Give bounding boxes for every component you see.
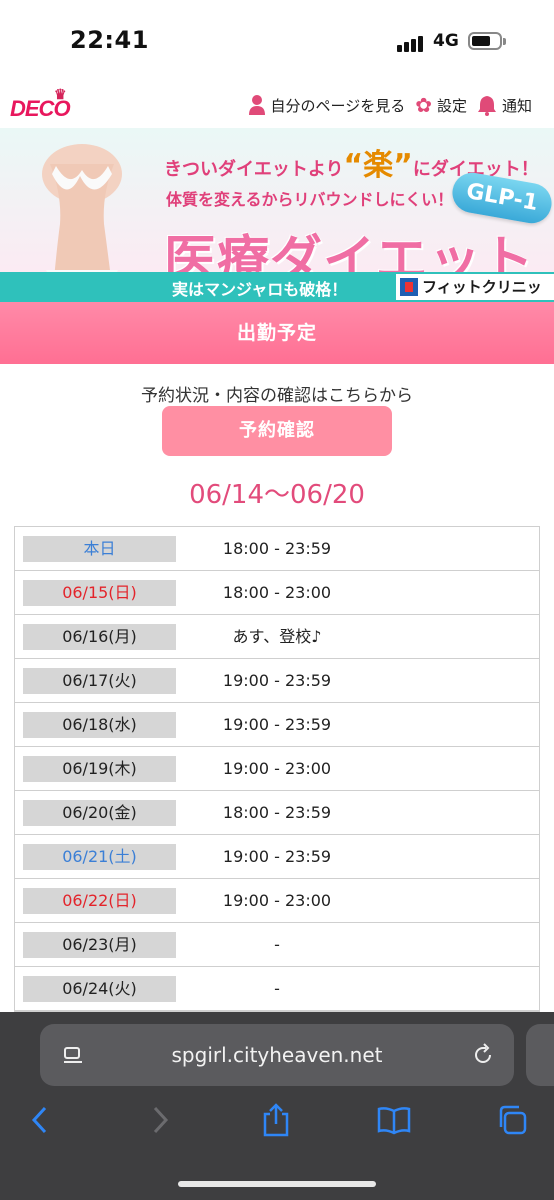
battery-icon <box>468 32 506 50</box>
schedule-time: あす、登校♪ <box>232 627 322 646</box>
clinic-name: フィットクリニック <box>422 278 542 296</box>
banner-strip: 実はマンジャロも破格！ フィットクリニック <box>0 272 554 302</box>
clinic-logo: フィットクリニック <box>396 274 554 300</box>
schedule-row: 06/18(水) 19:00 - 23:59 <box>15 703 539 747</box>
share-button[interactable] <box>256 1100 296 1140</box>
home-indicator <box>178 1181 376 1187</box>
schedule-row: 06/17(火) 19:00 - 23:59 <box>15 659 539 703</box>
ad-banner[interactable]: きついダイエットより“楽”にダイエット！ 体質を変えるからリバウンドしにくい！ … <box>0 128 554 302</box>
next-tab-edge[interactable] <box>526 1024 554 1086</box>
banner-line2: 体質を変えるからリバウンドしにくい！ <box>166 190 454 209</box>
site-header: DECO ♛ 自分のページを見る ✿ 設定 通知 <box>0 86 554 128</box>
crown-icon: ♛ <box>54 86 67 102</box>
schedule-time: - <box>274 979 280 998</box>
schedule-time: 18:00 - 23:59 <box>222 539 332 558</box>
person-icon <box>248 95 265 115</box>
clinic-logo-icon <box>400 278 418 296</box>
reload-icon[interactable] <box>470 1042 496 1068</box>
schedule-row: 06/15(日) 18:00 - 23:00 <box>15 571 539 615</box>
back-button[interactable] <box>20 1100 60 1140</box>
schedule-time: 18:00 - 23:00 <box>222 583 332 602</box>
notifications-link[interactable]: 通知 <box>477 94 532 116</box>
settings-link[interactable]: ✿ 設定 <box>415 95 467 116</box>
share-icon <box>263 1103 289 1137</box>
schedule-row: 06/22(日) 19:00 - 23:00 <box>15 879 539 923</box>
notifications-label: 通知 <box>501 96 532 115</box>
bookmarks-button[interactable] <box>374 1100 414 1140</box>
schedule-day: 06/20(金) <box>23 800 176 826</box>
schedule-row: 06/16(月) あす、登校♪ <box>15 615 539 659</box>
schedule-day: 06/21(土) <box>23 844 176 870</box>
schedule-day: 06/23(月) <box>23 932 176 958</box>
schedule-day: 06/19(木) <box>23 756 176 782</box>
my-page-link[interactable]: 自分のページを見る <box>248 94 406 116</box>
bell-icon <box>477 96 496 116</box>
banner-line1-a: きついダイエットより <box>164 159 344 180</box>
browser-toolbar: spgirl.cityheaven.net <box>0 1012 554 1200</box>
schedule-time: 19:00 - 23:59 <box>222 847 332 866</box>
settings-label: 設定 <box>436 96 467 115</box>
schedule-day: 本日 <box>23 536 176 562</box>
schedule-time: 19:00 - 23:59 <box>222 715 332 734</box>
schedule-row: 06/21(土) 19:00 - 23:59 <box>15 835 539 879</box>
address-bar[interactable]: spgirl.cityheaven.net <box>40 1024 514 1086</box>
section-title: 出勤予定 <box>0 302 554 364</box>
schedule-time: 19:00 - 23:59 <box>222 671 332 690</box>
banner-line1-raku: “楽” <box>343 148 413 183</box>
site-logo[interactable]: DECO ♛ <box>10 86 71 122</box>
schedule-time: 19:00 - 23:00 <box>222 891 332 910</box>
schedule-day: 06/24(火) <box>23 976 176 1002</box>
schedule-row: 06/19(木) 19:00 - 23:00 <box>15 747 539 791</box>
my-page-label: 自分のページを見る <box>270 96 406 115</box>
schedule-day: 06/16(月) <box>23 624 176 650</box>
chevron-left-icon <box>31 1106 47 1134</box>
chevron-right-icon <box>153 1106 169 1134</box>
reservation-check-button[interactable]: 予約確認 <box>162 406 392 456</box>
schedule-day: 06/18(水) <box>23 712 176 738</box>
gear-icon: ✿ <box>415 93 432 117</box>
schedule-day: 06/17(火) <box>23 668 176 694</box>
schedule-day: 06/15(日) <box>23 580 176 606</box>
schedule-row: 06/20(金) 18:00 - 23:59 <box>15 791 539 835</box>
header-links: 自分のページを見る ✿ 設定 通知 <box>248 94 532 116</box>
schedule-time: 18:00 - 23:59 <box>222 803 332 822</box>
network-label: 4G <box>433 31 459 51</box>
book-icon <box>377 1107 411 1135</box>
date-range: 06/14〜06/20 <box>189 480 365 510</box>
schedule-row: 06/24(火) - <box>15 967 539 1011</box>
forward-button[interactable] <box>140 1100 180 1140</box>
schedule-day: 06/22(日) <box>23 888 176 914</box>
schedule-time: - <box>274 935 280 954</box>
schedule-table: 本日 18:00 - 23:59 06/15(日) 18:00 - 23:00 06/1… <box>14 526 540 1012</box>
banner-strip-text: 実はマンジャロも破格！ <box>172 280 348 299</box>
tabs-button[interactable] <box>492 1100 532 1140</box>
tabs-icon <box>499 1105 527 1135</box>
status-bar: 22:41 4G <box>0 0 554 86</box>
signal-icon <box>397 34 427 52</box>
reservation-notice: 予約状況・内容の確認はこちらから <box>141 386 413 406</box>
schedule-time: 19:00 - 23:00 <box>222 759 332 778</box>
status-time: 22:41 <box>70 26 149 54</box>
url-text: spgirl.cityheaven.net <box>171 1043 383 1067</box>
schedule-row: 06/23(月) - <box>15 923 539 967</box>
schedule-row: 本日 18:00 - 23:59 <box>15 527 539 571</box>
